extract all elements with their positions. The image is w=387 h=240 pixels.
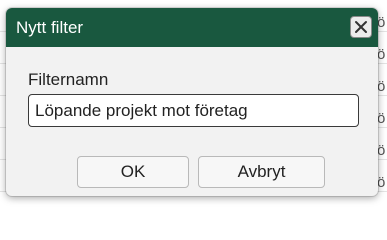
dialog-titlebar: Nytt filter [6,8,378,47]
new-filter-dialog: Nytt filter Filternamn OK Avbryt [6,8,378,196]
filter-name-label: Filternamn [28,70,109,89]
dialog-title: Nytt filter [16,18,84,37]
close-icon [355,21,367,33]
filter-name-input[interactable] [28,94,359,127]
background-cell: ö [377,78,386,95]
cancel-button[interactable]: Avbryt [198,156,325,188]
close-button[interactable] [350,16,372,38]
background-column: ö ö ö ö ö ö [377,0,387,205]
background-cell: ö [377,110,386,127]
background-cell: ö [377,174,386,191]
background-cell: ö [377,142,386,159]
background-cell: ö [377,46,386,63]
ok-button[interactable]: OK [77,156,189,188]
background-cell: ö [377,14,386,31]
